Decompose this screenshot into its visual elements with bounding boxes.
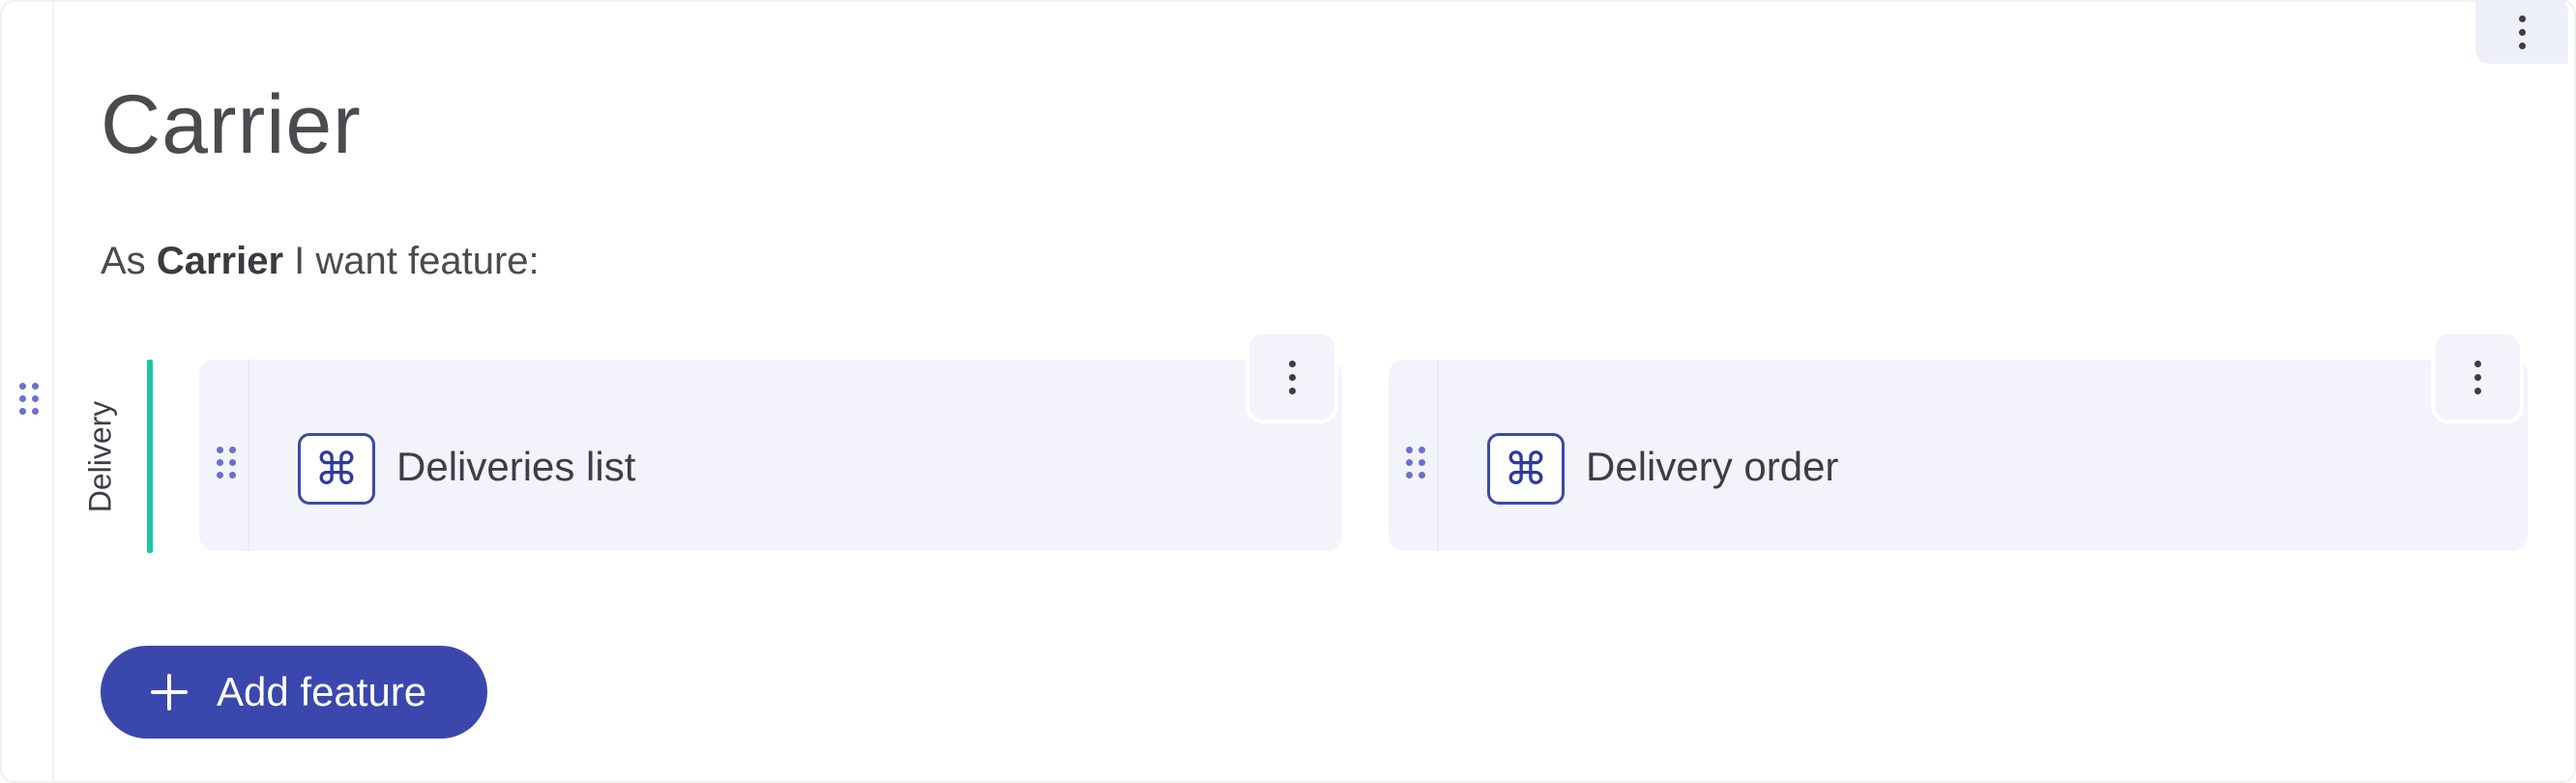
feature-title[interactable]: Deliveries list [396, 443, 635, 491]
group-drag-handle-icon[interactable] [19, 383, 39, 415]
add-feature-label: Add feature [217, 669, 427, 714]
subtitle-role: Carrier [156, 240, 284, 282]
feature-card[interactable]: ⌘ Deliveries list [199, 331, 1342, 551]
group-label: Delivery [52, 360, 149, 553]
card-drag-handle-icon[interactable] [217, 447, 236, 478]
feature-card[interactable]: ⌘ Delivery order [1389, 331, 2528, 551]
add-feature-button[interactable]: Add feature [101, 646, 487, 739]
persona-subtitle: As Carrier I want feature: [101, 238, 540, 284]
group-accent-line [147, 360, 153, 553]
plus-icon [151, 674, 188, 710]
more-vertical-icon [2518, 14, 2526, 49]
feature-more-button[interactable] [1245, 331, 1338, 423]
more-vertical-icon [1288, 360, 1296, 394]
subtitle-prefix: As [101, 240, 146, 282]
card-handle-stripe [248, 360, 249, 551]
persona-title: Carrier [101, 78, 362, 171]
feature-more-button[interactable] [2431, 331, 2524, 423]
command-icon: ⌘ [1487, 433, 1565, 505]
command-icon: ⌘ [298, 433, 375, 505]
group-label-text: Delivery [82, 400, 118, 512]
more-vertical-icon [2474, 360, 2481, 394]
card-drag-handle-icon[interactable] [1406, 447, 1425, 478]
panel-more-button[interactable] [2475, 0, 2568, 64]
persona-panel: Carrier As Carrier I want feature: Deliv… [0, 0, 2576, 783]
subtitle-suffix: I want feature: [294, 240, 540, 282]
feature-title[interactable]: Delivery order [1586, 443, 1838, 491]
card-handle-stripe [1437, 360, 1439, 551]
